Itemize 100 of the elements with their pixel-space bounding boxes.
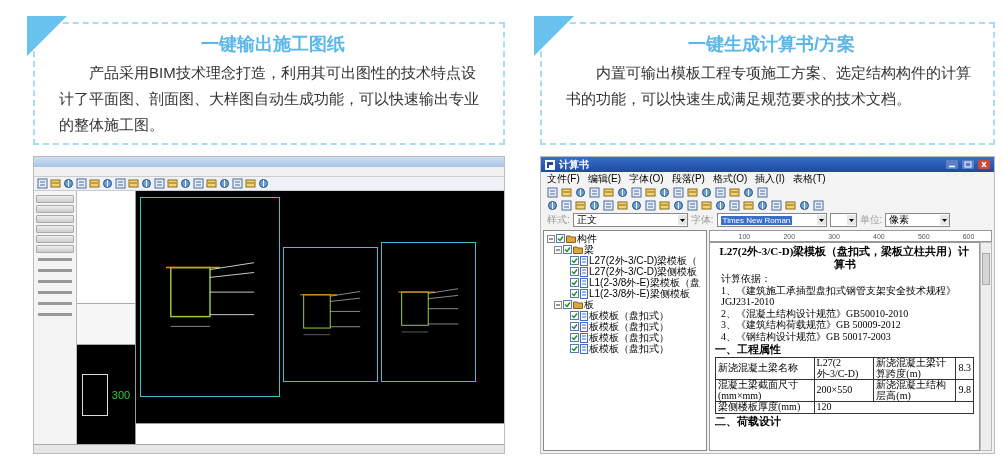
toolbar-icon[interactable] [645, 200, 656, 211]
tree-item[interactable]: 板模板（盘扣式） [544, 332, 706, 343]
toolbar-icon[interactable] [575, 200, 586, 211]
toolbar-icon[interactable] [561, 187, 572, 198]
toolbar-icon[interactable] [76, 178, 87, 189]
toolbar-icon[interactable] [141, 178, 152, 189]
panel-button[interactable] [36, 225, 74, 233]
toolbar-icon[interactable] [687, 200, 698, 211]
minimize-button[interactable] [946, 160, 958, 169]
panel-button[interactable] [36, 235, 74, 243]
style-dropdown[interactable]: 正文 [572, 213, 688, 227]
toolbar-icon[interactable] [206, 178, 217, 189]
toolbar-icon[interactable] [589, 200, 600, 211]
checkbox[interactable] [570, 311, 579, 320]
checkbox[interactable] [563, 300, 572, 309]
checkbox[interactable] [570, 278, 579, 287]
tree-item[interactable]: 板模板（盘扣式） [544, 343, 706, 354]
toolbar-icon[interactable] [617, 200, 628, 211]
panel-button[interactable] [36, 215, 74, 223]
toolbar-icon[interactable] [785, 200, 796, 211]
collapse-icon[interactable] [554, 245, 562, 254]
toolbar-icon[interactable] [715, 200, 726, 211]
menu-item[interactable]: 插入(I) [755, 173, 785, 185]
toolbar-icon[interactable] [50, 178, 61, 189]
close-button[interactable] [978, 160, 990, 169]
toolbar-icon[interactable] [617, 187, 628, 198]
toolbar-icon[interactable] [547, 200, 558, 211]
checkbox[interactable] [570, 333, 579, 342]
tree-item[interactable]: L1(2-3/8外-E)梁侧模板 [544, 288, 706, 299]
toolbar-icon[interactable] [102, 178, 113, 189]
toolbar-icon[interactable] [701, 200, 712, 211]
checkbox[interactable] [570, 289, 579, 298]
toolbar-icon[interactable] [547, 187, 558, 198]
toolbar-icon[interactable] [799, 200, 810, 211]
panel-button[interactable] [36, 205, 74, 213]
font-dropdown[interactable]: Times New Roman [716, 213, 827, 227]
toolbar-icon[interactable] [128, 178, 139, 189]
toolbar-icon[interactable] [715, 187, 726, 198]
toolbar-icon[interactable] [701, 187, 712, 198]
toolbar-icon[interactable] [154, 178, 165, 189]
toolbar-icon[interactable] [659, 187, 670, 198]
toolbar-icon[interactable] [631, 200, 642, 211]
size-dropdown[interactable] [829, 213, 857, 227]
tree-item[interactable]: 板模板（盘扣式） [544, 321, 706, 332]
tree-item[interactable]: L27(2外-3/C-D)梁模板（ [544, 255, 706, 266]
unit-dropdown[interactable]: 像素 [885, 213, 951, 227]
toolbar-icon[interactable] [219, 178, 230, 189]
toolbar-icon[interactable] [631, 187, 642, 198]
toolbar-icon[interactable] [180, 178, 191, 189]
tree-item[interactable]: 板模板（盘扣式） [544, 310, 706, 321]
menu-item[interactable]: 文件(F) [547, 173, 580, 185]
collapse-icon[interactable] [554, 300, 562, 309]
toolbar-icon[interactable] [232, 178, 243, 189]
maximize-button[interactable] [962, 160, 974, 169]
menu-item[interactable]: 编辑(E) [587, 173, 622, 185]
toolbar-icon[interactable] [743, 200, 754, 211]
checkbox[interactable] [570, 322, 579, 331]
toolbar-icon[interactable] [729, 200, 740, 211]
tree-item[interactable]: 板 [544, 299, 706, 310]
panel-button[interactable] [36, 195, 74, 203]
toolbar-icon[interactable] [37, 178, 48, 189]
toolbar-icon[interactable] [729, 187, 740, 198]
toolbar-icon[interactable] [813, 200, 824, 211]
tree-item[interactable]: L27(2外-3/C-D)梁侧模板 [544, 266, 706, 277]
toolbar-icon[interactable] [115, 178, 126, 189]
toolbar-icon[interactable] [659, 200, 670, 211]
tree-item[interactable]: L1(2-3/8外-E)梁模板（盘 [544, 277, 706, 288]
checkbox[interactable] [563, 245, 572, 254]
toolbar-icon[interactable] [193, 178, 204, 189]
toolbar-icon[interactable] [687, 187, 698, 198]
toolbar-icon[interactable] [757, 200, 768, 211]
panel-button[interactable] [36, 245, 74, 253]
toolbar-icon[interactable] [575, 187, 586, 198]
toolbar-icon[interactable] [603, 200, 614, 211]
collapse-icon[interactable] [547, 234, 555, 243]
checkbox[interactable] [570, 256, 579, 265]
toolbar-icon[interactable] [245, 178, 256, 189]
toolbar-icon[interactable] [673, 200, 684, 211]
menu-item[interactable]: 格式(O) [712, 173, 748, 185]
toolbar-icon[interactable] [561, 200, 572, 211]
toolbar-icon[interactable] [771, 200, 782, 211]
toolbar-icon[interactable] [743, 187, 754, 198]
checkbox[interactable] [556, 234, 565, 243]
toolbar-icon[interactable] [645, 187, 656, 198]
toolbar-icon[interactable] [757, 187, 768, 198]
menu-item[interactable]: 表格(T) [792, 173, 826, 185]
checkbox[interactable] [570, 267, 579, 276]
tree-item[interactable]: 梁 [544, 244, 706, 255]
toolbar-icon[interactable] [89, 178, 100, 189]
toolbar-icon[interactable] [673, 187, 684, 198]
menu-item[interactable]: 段落(P) [671, 173, 705, 185]
menu-item[interactable]: 字体(O) [629, 173, 664, 185]
toolbar-icon[interactable] [258, 178, 269, 189]
toolbar-icon[interactable] [589, 187, 600, 198]
scrollbar[interactable] [980, 242, 992, 451]
checkbox[interactable] [570, 344, 579, 353]
toolbar-icon[interactable] [167, 178, 178, 189]
tree-item[interactable]: 构件 [544, 233, 706, 244]
toolbar-icon[interactable] [63, 178, 74, 189]
toolbar-icon[interactable] [603, 187, 614, 198]
